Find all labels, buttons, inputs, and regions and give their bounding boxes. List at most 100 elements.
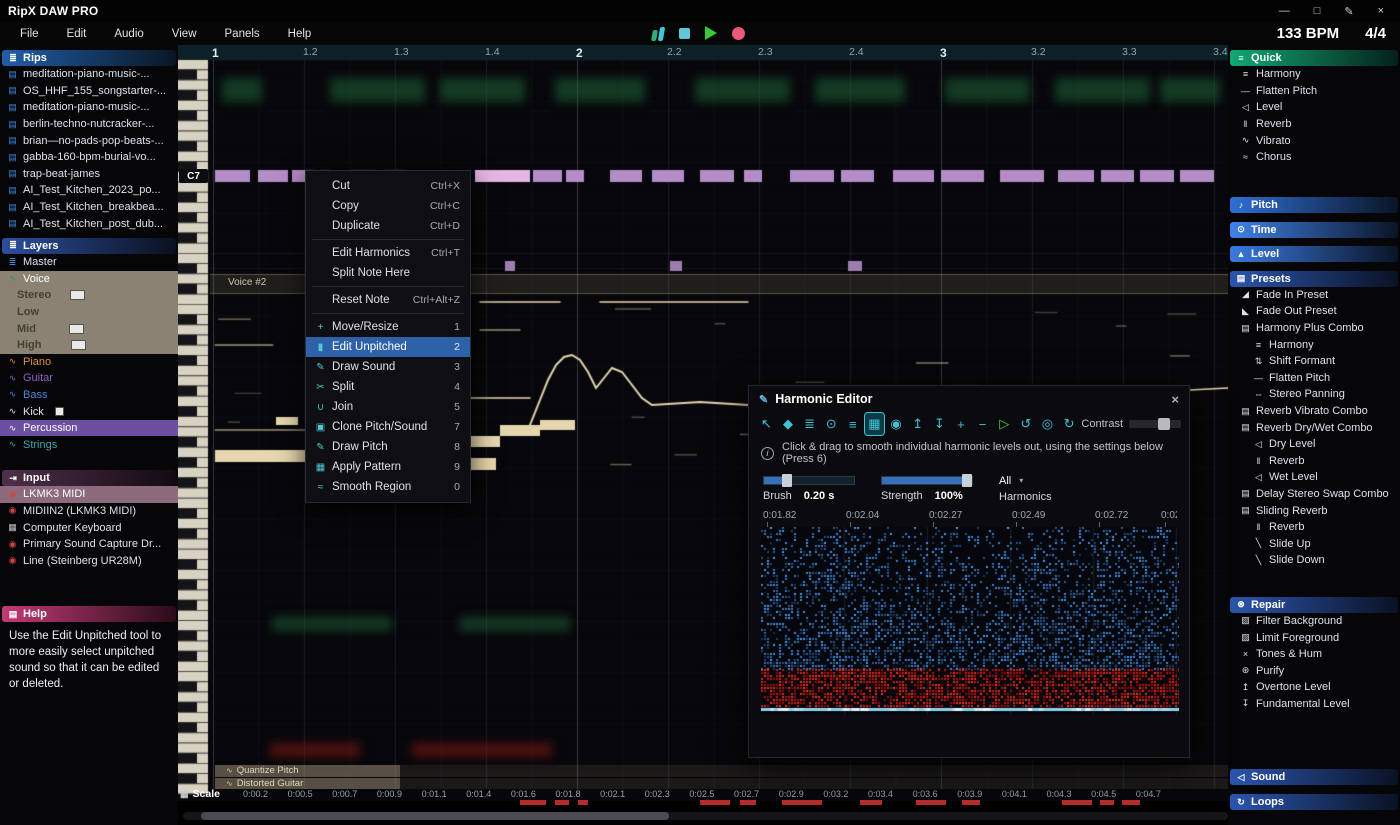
hand-tool-icon[interactable]: ⊙ bbox=[822, 413, 841, 435]
rip-item[interactable]: ▤trap-beat-james bbox=[0, 166, 178, 183]
rip-item[interactable]: ▤meditation-piano-music-... bbox=[0, 66, 178, 83]
preset-item[interactable]: ‖Reverb bbox=[1228, 519, 1400, 536]
preset-item[interactable]: —Flatten Pitch bbox=[1228, 370, 1400, 387]
loops-panel-header[interactable]: ↻Loops bbox=[1230, 794, 1398, 810]
quick-level[interactable]: ◁Level bbox=[1228, 99, 1400, 116]
refresh-icon[interactable]: ↻ bbox=[1060, 413, 1079, 435]
ctx-duplicate[interactable]: DuplicateCtrl+D bbox=[306, 216, 470, 236]
rip-item[interactable]: ▤OS_HHF_155_songstarter-... bbox=[0, 83, 178, 100]
preset-item[interactable]: ⇅Shift Formant bbox=[1228, 353, 1400, 370]
high-slider[interactable] bbox=[71, 340, 86, 350]
repair-fundamental-level[interactable]: ↧Fundamental Level bbox=[1228, 696, 1400, 713]
layer-kick[interactable]: ∿Kick bbox=[0, 403, 178, 420]
preset-item[interactable]: ▤Reverb Vibrato Combo bbox=[1228, 403, 1400, 420]
ctx-draw-pitch[interactable]: ✎Draw Pitch8 bbox=[306, 437, 470, 457]
layer-voice[interactable]: ∿Voice bbox=[0, 271, 178, 288]
remove-icon[interactable]: − bbox=[973, 413, 992, 435]
menu-panels[interactable]: Panels bbox=[211, 28, 274, 40]
camera-icon[interactable]: ◉ bbox=[887, 413, 906, 435]
ctx-join[interactable]: ∪Join5 bbox=[306, 397, 470, 417]
menu-view[interactable]: View bbox=[158, 28, 211, 40]
voice-mid[interactable]: Mid bbox=[0, 320, 178, 337]
preset-item[interactable]: ╲Slide Down bbox=[1228, 552, 1400, 569]
preset-item[interactable]: ▤Reverb Dry/Wet Combo bbox=[1228, 419, 1400, 436]
preset-item[interactable]: ⇔Stereo Panning bbox=[1228, 386, 1400, 403]
harmonics-select[interactable]: All▾ bbox=[999, 475, 1052, 486]
kick-slider[interactable] bbox=[55, 407, 64, 416]
ctx-edit-harmonics[interactable]: Edit HarmonicsCtrl+T bbox=[306, 243, 470, 263]
bpm-value[interactable]: 133 BPM bbox=[1277, 25, 1340, 42]
voice-stereo[interactable]: Stereo bbox=[0, 287, 178, 304]
repair-filter-background[interactable]: ▧Filter Background bbox=[1228, 613, 1400, 630]
rip-item[interactable]: ▤gabba-160-bpm-burial-vo... bbox=[0, 149, 178, 166]
minimize-icon[interactable]: — bbox=[1279, 5, 1290, 18]
repair-panel-header[interactable]: ⊛Repair bbox=[1230, 597, 1398, 613]
rip-item[interactable]: ▤berlin-techno-nutcracker-... bbox=[0, 116, 178, 133]
ctx-edit-unpitched[interactable]: ▮Edit Unpitched2 bbox=[306, 337, 470, 357]
distorted-guitar-region[interactable]: ∿Distorted Guitar bbox=[215, 778, 1228, 790]
input-item[interactable]: ▦Computer Keyboard bbox=[0, 519, 178, 536]
preview-play-icon[interactable]: ▷ bbox=[995, 413, 1014, 435]
layer-piano[interactable]: ∿Piano bbox=[0, 354, 178, 371]
rip-item[interactable]: ▤AI_Test_Kitchen_post_dub... bbox=[0, 215, 178, 232]
ctx-split[interactable]: ✂Split4 bbox=[306, 377, 470, 397]
smooth-harmonics-tool-icon[interactable]: ▦ bbox=[865, 413, 884, 435]
add-icon[interactable]: + bbox=[952, 413, 971, 435]
sound-panel-header[interactable]: ◁Sound bbox=[1230, 769, 1398, 785]
input-item[interactable]: ◉MIDIIN2 (LKMK3 MIDI) bbox=[0, 503, 178, 520]
ctx-smooth-region[interactable]: ≈Smooth Region0 bbox=[306, 477, 470, 497]
quick-reverb[interactable]: ‖Reverb bbox=[1228, 116, 1400, 133]
layer-master[interactable]: ≣Master bbox=[0, 254, 178, 271]
ctx-cut[interactable]: CutCtrl+X bbox=[306, 176, 470, 196]
repair-overtone-level[interactable]: ↥Overtone Level bbox=[1228, 679, 1400, 696]
play-button[interactable] bbox=[705, 26, 717, 40]
quick-chorus[interactable]: ≈Chorus bbox=[1228, 149, 1400, 166]
rip-item[interactable]: ▤meditation-piano-music-... bbox=[0, 99, 178, 116]
layer-strings[interactable]: ∿Strings bbox=[0, 436, 178, 453]
ctx-split-note-here[interactable]: Split Note Here bbox=[306, 263, 470, 283]
repair-tones-hum[interactable]: ×Tones & Hum bbox=[1228, 646, 1400, 663]
input-panel-header[interactable]: ⇥Input bbox=[2, 470, 176, 486]
preset-item[interactable]: ◢Fade In Preset bbox=[1228, 287, 1400, 304]
layer-percussion[interactable]: ∿Percussion bbox=[0, 420, 178, 437]
pencil-icon[interactable]: ✎ bbox=[1344, 5, 1353, 18]
time-ruler[interactable]: 0:00.20:00.50:00.70:00.90:01.10:01.40:01… bbox=[243, 789, 1161, 799]
rips-panel-header[interactable]: ≣Rips bbox=[2, 50, 176, 66]
ctx-move-resize[interactable]: +Move/Resize1 bbox=[306, 317, 470, 337]
time-panel-header[interactable]: ⊙Time bbox=[1230, 222, 1398, 238]
voice-high[interactable]: High bbox=[0, 337, 178, 354]
ctx-draw-sound[interactable]: ✎Draw Sound3 bbox=[306, 357, 470, 377]
scale-control[interactable]: ▦ Scale bbox=[180, 788, 220, 800]
contrast-slider[interactable] bbox=[1129, 420, 1181, 428]
menu-audio[interactable]: Audio bbox=[100, 28, 157, 40]
preset-item[interactable]: ‖Reverb bbox=[1228, 453, 1400, 470]
preset-item[interactable]: ≡Harmony bbox=[1228, 336, 1400, 353]
presets-panel-header[interactable]: ▤Presets bbox=[1230, 271, 1398, 287]
preset-item[interactable]: ◣Fade Out Preset bbox=[1228, 303, 1400, 320]
maximize-icon[interactable]: □ bbox=[1314, 5, 1321, 18]
history-icon[interactable]: ↺ bbox=[1017, 413, 1036, 435]
ctx-apply-pattern[interactable]: ▦Apply Pattern9 bbox=[306, 457, 470, 477]
pointer-tool-icon[interactable]: ↖ bbox=[757, 413, 776, 435]
lines-tool-icon[interactable]: ≡ bbox=[844, 413, 863, 435]
input-item[interactable]: ◉Line (Steinberg UR28M) bbox=[0, 552, 178, 569]
preset-item[interactable]: ◁Wet Level bbox=[1228, 469, 1400, 486]
repair-limit-foreground[interactable]: ▨Limit Foreground bbox=[1228, 629, 1400, 646]
input-item[interactable]: ◉LKMK3 MIDI bbox=[0, 486, 178, 503]
rip-item[interactable]: ▤AI_Test_Kitchen_breakbea... bbox=[0, 199, 178, 216]
voice-region-label[interactable]: Voice #2 bbox=[228, 277, 266, 288]
time-signature[interactable]: 4/4 bbox=[1365, 25, 1386, 42]
mid-slider[interactable] bbox=[69, 324, 84, 334]
layers-panel-header[interactable]: ≣Layers bbox=[2, 238, 176, 254]
menu-edit[interactable]: Edit bbox=[53, 28, 101, 40]
rip-item[interactable]: ▤brian—no-pads-pop-beats-... bbox=[0, 132, 178, 149]
layer-guitar[interactable]: ∿Guitar bbox=[0, 370, 178, 387]
quick-flatten-pitch[interactable]: —Flatten Pitch bbox=[1228, 83, 1400, 100]
rip-meter-icon[interactable] bbox=[652, 26, 664, 41]
eraser-tool-icon[interactable]: ◆ bbox=[779, 413, 798, 435]
pitch-panel-header[interactable]: ♪Pitch bbox=[1230, 197, 1398, 213]
scrollbar-thumb[interactable] bbox=[201, 812, 669, 820]
quick-harmony[interactable]: ≡Harmony bbox=[1228, 66, 1400, 83]
preset-item[interactable]: ▤Sliding Reverb bbox=[1228, 502, 1400, 519]
export-down-icon[interactable]: ↧ bbox=[930, 413, 949, 435]
